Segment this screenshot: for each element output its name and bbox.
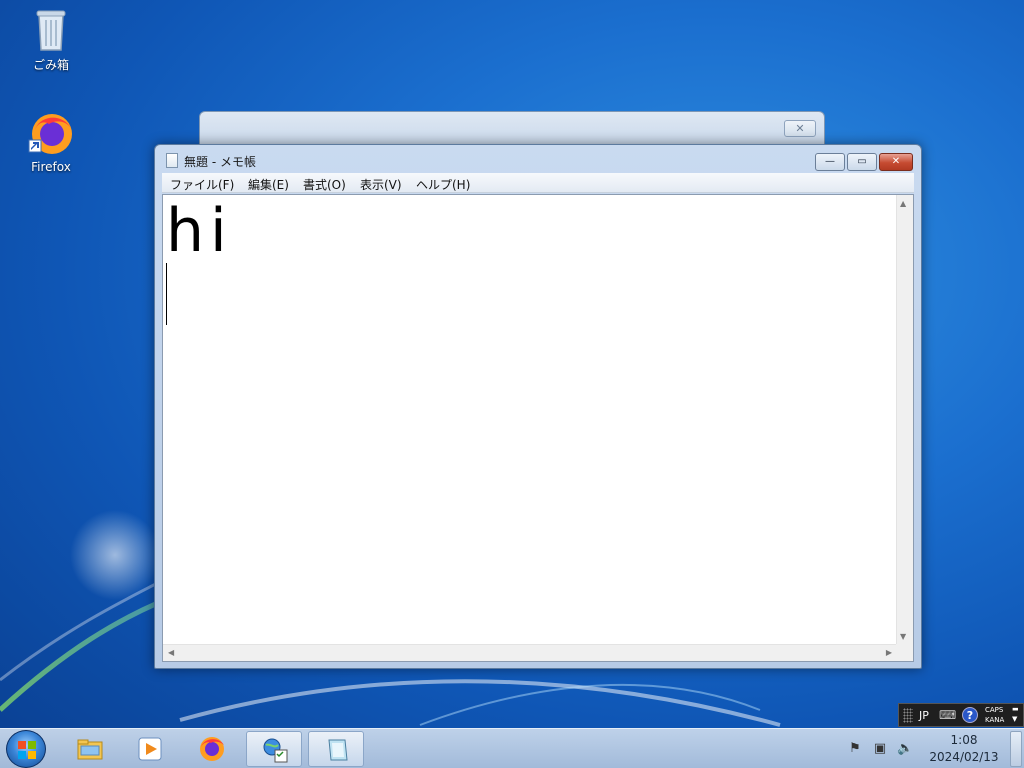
menu-file[interactable]: ファイル(F) (170, 176, 234, 193)
taskbar-explorer[interactable] (62, 731, 118, 767)
globe-checklist-icon (263, 738, 288, 763)
language-bar-options-icon[interactable]: ▼ (1012, 715, 1017, 723)
text-editor[interactable]: hi ▲ ▼ ◀ ▶ (162, 194, 914, 662)
horizontal-scrollbar[interactable]: ◀ ▶ (163, 644, 897, 661)
show-desktop-button[interactable] (1010, 731, 1022, 767)
maximize-button[interactable]: ▭ (847, 153, 877, 171)
notepad-window[interactable]: 無題 - メモ帳 — ▭ ✕ ファイル(F) 編集(E) 書式(O) 表示(V)… (154, 144, 922, 669)
taskbar-firefox[interactable] (184, 731, 240, 767)
minimize-button[interactable]: — (815, 153, 845, 171)
text-caret (166, 263, 167, 325)
notepad-icon (328, 739, 348, 761)
network-icon[interactable]: ▣ (872, 741, 888, 757)
start-button[interactable] (6, 730, 46, 768)
clock[interactable]: 1:08 2024/02/13 (920, 732, 1008, 766)
clock-time: 1:08 (950, 733, 978, 747)
taskbar-notepad[interactable] (308, 731, 364, 767)
ime-language-bar[interactable]: JP ⌨ ? CAPS KANA ▬ ▼ (898, 703, 1024, 727)
keyboard-icon[interactable]: ⌨ (939, 708, 956, 722)
menu-edit[interactable]: 編集(E) (248, 176, 289, 193)
editor-content: hi (166, 196, 233, 266)
desktop-icon-firefox[interactable]: Firefox (11, 110, 91, 174)
scroll-up-arrow-icon[interactable]: ▲ (900, 199, 906, 208)
taskbar-media-player[interactable] (122, 731, 178, 767)
kana-label: KANA (985, 716, 1005, 724)
caps-kana-indicator: CAPS KANA (985, 705, 1004, 725)
desktop-icon-label: Firefox (31, 160, 71, 174)
media-player-icon (138, 737, 162, 761)
taskbar-control-panel[interactable] (246, 731, 302, 767)
notepad-app-icon[interactable] (166, 153, 178, 168)
ime-mode-indicator[interactable]: JP (919, 709, 929, 722)
action-center-flag-icon[interactable]: ⚑ (847, 741, 863, 757)
folder-icon (77, 739, 103, 760)
resize-grip-icon[interactable] (896, 644, 913, 661)
firefox-icon (200, 737, 224, 761)
desktop-icon-label: ごみ箱 (32, 58, 69, 72)
volume-muted-icon[interactable]: 🔈 (897, 741, 913, 757)
window-title: 無題 - メモ帳 (184, 155, 256, 169)
caps-label: CAPS (985, 706, 1004, 714)
scroll-left-arrow-icon[interactable]: ◀ (168, 648, 174, 657)
background-window-close-button[interactable]: ✕ (784, 120, 816, 137)
menu-format[interactable]: 書式(O) (303, 176, 346, 193)
vertical-scrollbar[interactable]: ▲ ▼ (896, 195, 913, 645)
clock-date: 2024/02/13 (929, 750, 999, 764)
language-bar-minimize-icon[interactable]: ▬ (1012, 705, 1019, 713)
windows-logo-icon (18, 741, 36, 759)
firefox-icon (27, 110, 75, 158)
language-bar-grip-icon[interactable] (903, 708, 913, 723)
menu-bar: ファイル(F) 編集(E) 書式(O) 表示(V) ヘルプ(H) (162, 173, 914, 193)
menu-view[interactable]: 表示(V) (360, 176, 402, 193)
desktop-icon-recycle-bin[interactable]: ごみ箱 (11, 6, 91, 73)
menu-help[interactable]: ヘルプ(H) (416, 176, 470, 193)
scroll-down-arrow-icon[interactable]: ▼ (900, 632, 906, 641)
title-bar[interactable]: 無題 - メモ帳 — ▭ ✕ (155, 145, 921, 173)
scroll-right-arrow-icon[interactable]: ▶ (886, 648, 892, 657)
help-icon[interactable]: ? (962, 707, 978, 723)
close-button[interactable]: ✕ (879, 153, 913, 171)
recycle-bin-icon (27, 6, 75, 54)
taskbar: ⚑ ▣ 🔈 1:08 2024/02/13 (0, 728, 1024, 768)
